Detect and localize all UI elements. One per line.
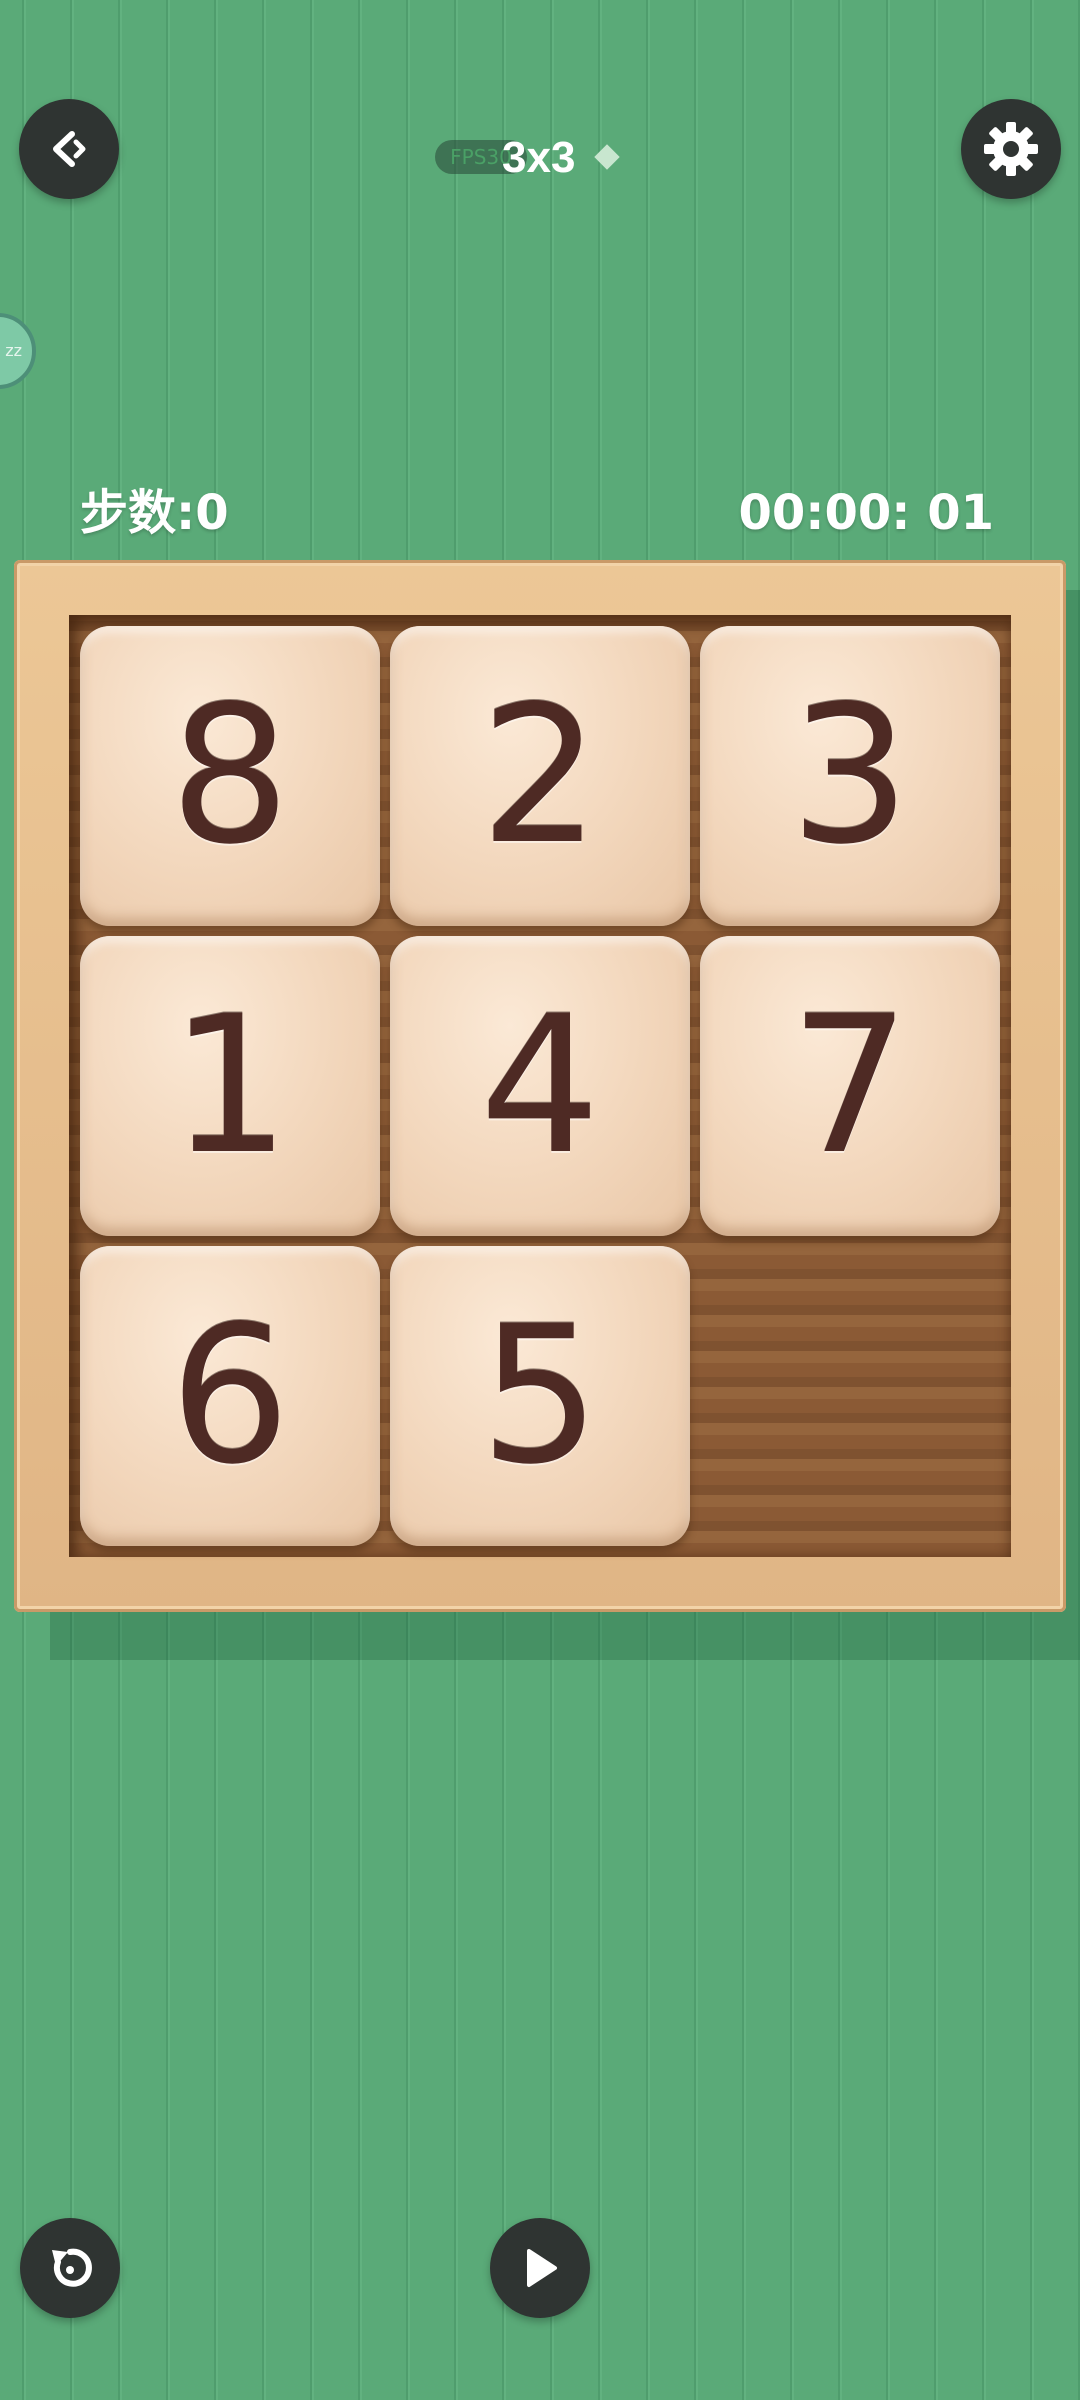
restart-icon (42, 2240, 98, 2296)
gear-icon (980, 118, 1042, 180)
tile-number: 5 (479, 1285, 601, 1506)
side-bubble[interactable]: zz (0, 313, 36, 389)
tile-number: 3 (789, 665, 911, 886)
tile-number: 7 (789, 975, 911, 1196)
board-well: 823 147 65 (69, 615, 1011, 1557)
tile-number: 1 (169, 975, 291, 1196)
tile-4[interactable]: 4 (390, 936, 690, 1236)
puzzle-size-label: 3x3 (502, 133, 576, 182)
tile-8[interactable]: 8 (80, 626, 380, 926)
tile-6[interactable]: 6 (80, 1246, 380, 1546)
tile-1[interactable]: 1 (80, 936, 380, 1236)
tile-5[interactable]: 5 (390, 1246, 690, 1546)
back-arrow-icon (42, 122, 96, 176)
tile-number: 8 (169, 665, 291, 886)
tile-number: 4 (479, 975, 601, 1196)
tile-number: 6 (169, 1285, 291, 1506)
back-button[interactable] (19, 99, 119, 199)
tile-2[interactable]: 2 (390, 626, 690, 926)
play-icon (515, 2243, 565, 2293)
restart-button[interactable] (20, 2218, 120, 2318)
settings-button[interactable] (961, 99, 1061, 199)
tile-3[interactable]: 3 (700, 626, 1000, 926)
diamond-icon (594, 144, 620, 170)
timer: 00:00: 01 (738, 485, 995, 541)
puzzle-board: 823 147 65 (14, 560, 1066, 1612)
play-button[interactable] (490, 2218, 590, 2318)
moves-counter: 步数:0 (80, 485, 229, 541)
tile-number: 2 (479, 665, 601, 886)
level-title: FPS30 3x3 (430, 128, 650, 188)
tile-7[interactable]: 7 (700, 936, 1000, 1236)
